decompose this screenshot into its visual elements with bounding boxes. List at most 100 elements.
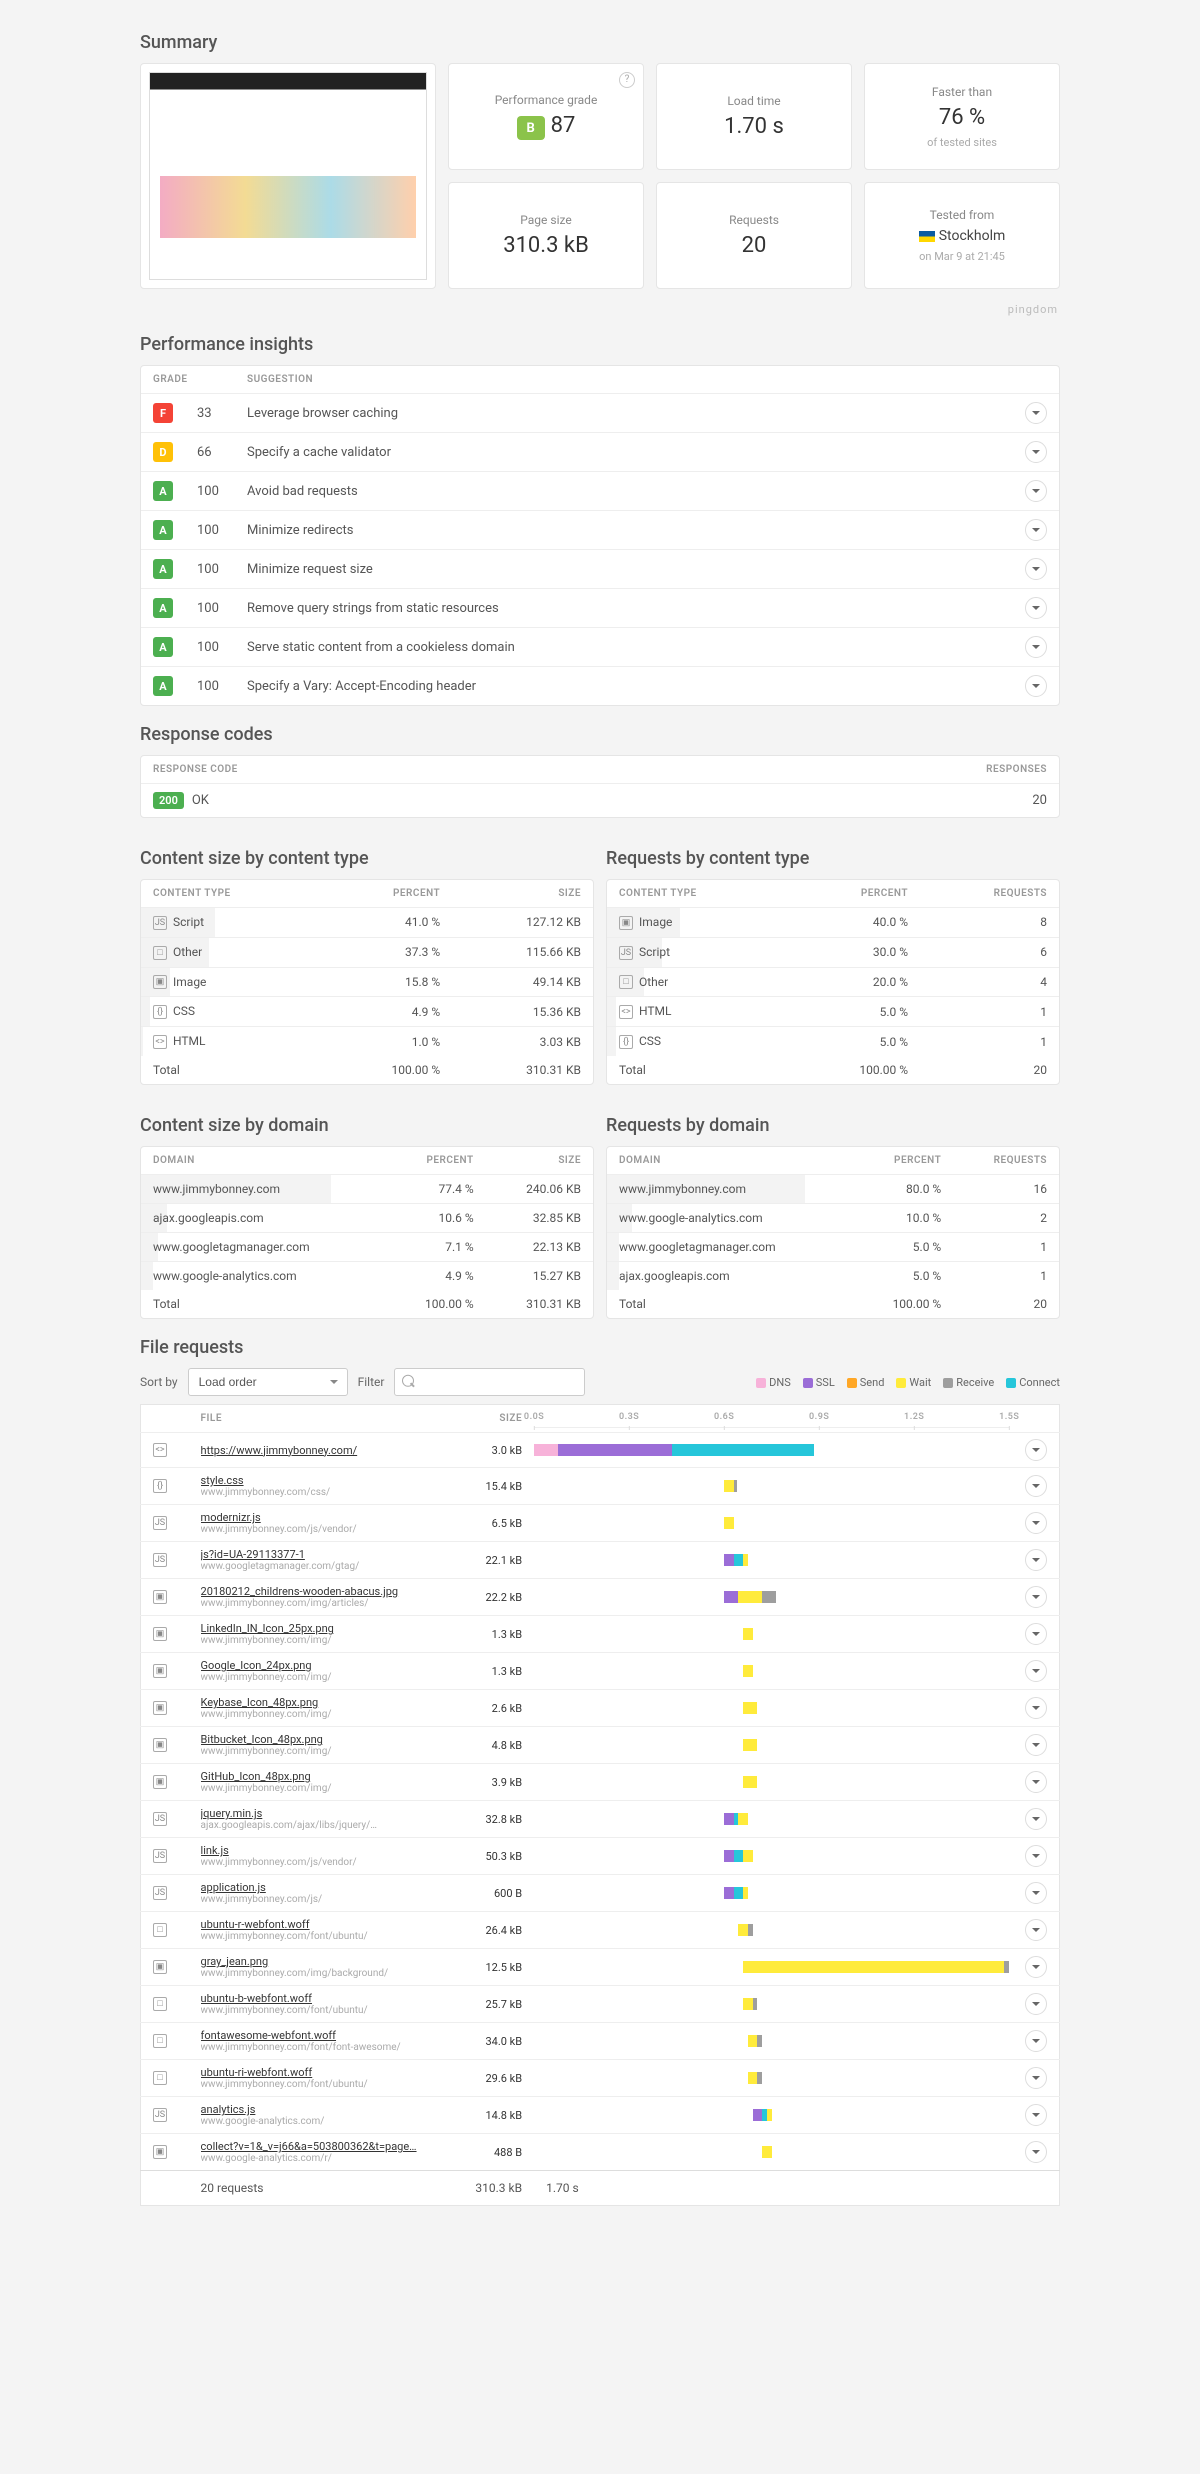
file-link[interactable]: Keybase_Icon_48px.png xyxy=(201,1696,441,1709)
expand-icon[interactable] xyxy=(1025,1993,1047,2015)
file-link[interactable]: 20180212_childrens-wooden-abacus.jpg xyxy=(201,1585,441,1598)
expand-icon[interactable] xyxy=(1025,1475,1047,1497)
grade-badge: A xyxy=(153,598,173,618)
insight-row[interactable]: A 100 Minimize redirects xyxy=(141,511,1059,550)
grade-badge: A xyxy=(153,676,173,696)
file-path: www.jimmybonney.com/img/articles/ xyxy=(201,1598,441,1609)
type-icon: <> xyxy=(619,1005,633,1019)
file-type-icon: ▣ xyxy=(153,1701,167,1715)
file-link[interactable]: GitHub_Icon_48px.png xyxy=(201,1770,441,1783)
expand-icon[interactable] xyxy=(1025,1697,1047,1719)
file-link[interactable]: ubuntu-r-webfont.woff xyxy=(201,1918,441,1931)
file-link[interactable]: modernizr.js xyxy=(201,1511,441,1524)
grade-badge: D xyxy=(153,442,173,462)
file-link[interactable]: ubuntu-ri-webfont.woff xyxy=(201,2066,441,2079)
help-icon[interactable]: ? xyxy=(619,72,635,88)
filter-input[interactable] xyxy=(394,1368,585,1396)
file-link[interactable]: js?id=UA-29113377-1 xyxy=(201,1548,441,1561)
file-link[interactable]: style.css xyxy=(201,1474,441,1487)
expand-icon[interactable] xyxy=(1025,1734,1047,1756)
waterfall-bar xyxy=(534,1621,1009,1647)
req-type-heading: Requests by content type xyxy=(606,848,1060,869)
expand-icon[interactable] xyxy=(1025,2141,1047,2163)
file-link[interactable]: https://www.jimmybonney.com/ xyxy=(201,1444,441,1457)
sort-select[interactable]: Load order xyxy=(188,1368,348,1396)
insight-row[interactable]: A 100 Remove query strings from static r… xyxy=(141,589,1059,628)
file-path: www.google-analytics.com/ xyxy=(201,2116,441,2127)
file-link[interactable]: jquery.min.js xyxy=(201,1807,441,1820)
file-path: ajax.googleapis.com/ajax/libs/jquery/… xyxy=(201,1820,441,1831)
file-path: www.jimmybonney.com/img/background/ xyxy=(201,1968,441,1979)
file-row: JS jquery.min.jsajax.googleapis.com/ajax… xyxy=(141,1801,1060,1838)
expand-icon[interactable] xyxy=(1025,2030,1047,2052)
waterfall-bar xyxy=(534,1954,1009,1980)
waterfall-bar xyxy=(534,1658,1009,1684)
expand-icon[interactable] xyxy=(1025,1919,1047,1941)
expand-icon[interactable] xyxy=(1025,1586,1047,1608)
file-row: JS link.jswww.jimmybonney.com/js/vendor/… xyxy=(141,1838,1060,1875)
expand-icon[interactable] xyxy=(1025,1660,1047,1682)
page-thumbnail xyxy=(149,72,427,280)
table-row: □Other 20.0 %4 xyxy=(607,967,1059,997)
table-row: 200OK 20 xyxy=(141,784,1059,818)
expand-icon[interactable] xyxy=(1025,636,1047,658)
page-thumbnail-card xyxy=(140,63,436,289)
expand-icon[interactable] xyxy=(1025,441,1047,463)
size-type-heading: Content size by content type xyxy=(140,848,594,869)
expand-icon[interactable] xyxy=(1025,1549,1047,1571)
expand-icon[interactable] xyxy=(1025,1882,1047,1904)
file-type-icon: ▣ xyxy=(153,2145,167,2159)
file-link[interactable]: link.js xyxy=(201,1844,441,1857)
expand-icon[interactable] xyxy=(1025,1439,1047,1461)
file-link[interactable]: analytics.js xyxy=(201,2103,441,2116)
file-path: www.jimmybonney.com/font/ubuntu/ xyxy=(201,1931,441,1942)
insight-row[interactable]: A 100 Serve static content from a cookie… xyxy=(141,628,1059,667)
grade-badge: F xyxy=(153,403,173,423)
legend-item: SSL xyxy=(803,1376,835,1389)
table-row: www.google-analytics.com 4.9 %15.27 KB xyxy=(141,1262,593,1291)
timeline-tick: 0.0s xyxy=(524,1412,544,1422)
expand-icon[interactable] xyxy=(1025,1771,1047,1793)
file-link[interactable]: collect?v=1&_v=j66&a=503800362&t=page… xyxy=(201,2140,441,2153)
file-link[interactable]: Google_Icon_24px.png xyxy=(201,1659,441,1672)
file-path: www.jimmybonney.com/img/ xyxy=(201,1709,441,1720)
file-link[interactable]: Bitbucket_Icon_48px.png xyxy=(201,1733,441,1746)
file-link[interactable]: fontawesome-webfont.woff xyxy=(201,2029,441,2042)
expand-icon[interactable] xyxy=(1025,597,1047,619)
expand-icon[interactable] xyxy=(1025,1845,1047,1867)
file-link[interactable]: application.js xyxy=(201,1881,441,1894)
type-icon: □ xyxy=(153,946,167,960)
insight-row[interactable]: A 100 Avoid bad requests xyxy=(141,472,1059,511)
expand-icon[interactable] xyxy=(1025,1623,1047,1645)
metric-faster-than: Faster than 76 % of tested sites xyxy=(864,63,1060,170)
file-link[interactable]: gray_jean.png xyxy=(201,1955,441,1968)
insight-row[interactable]: A 100 Specify a Vary: Accept-Encoding he… xyxy=(141,667,1059,706)
file-path: www.jimmybonney.com/img/ xyxy=(201,1783,441,1794)
grade-badge: A xyxy=(153,637,173,657)
expand-icon[interactable] xyxy=(1025,519,1047,541)
expand-icon[interactable] xyxy=(1025,1956,1047,1978)
expand-icon[interactable] xyxy=(1025,2067,1047,2089)
file-path: www.jimmybonney.com/js/ xyxy=(201,1894,441,1905)
insight-row[interactable]: D 66 Specify a cache validator xyxy=(141,433,1059,472)
expand-icon[interactable] xyxy=(1025,480,1047,502)
expand-icon[interactable] xyxy=(1025,2104,1047,2126)
file-path: www.jimmybonney.com/js/vendor/ xyxy=(201,1524,441,1535)
grade-badge: A xyxy=(153,481,173,501)
table-row: <>HTML 1.0 %3.03 KB xyxy=(141,1027,593,1056)
expand-icon[interactable] xyxy=(1025,1808,1047,1830)
expand-icon[interactable] xyxy=(1025,558,1047,580)
file-row: <> https://www.jimmybonney.com/ 3.0 kB xyxy=(141,1433,1060,1468)
expand-icon[interactable] xyxy=(1025,675,1047,697)
expand-icon[interactable] xyxy=(1025,1512,1047,1534)
file-link[interactable]: ubuntu-b-webfont.woff xyxy=(201,1992,441,2005)
type-icon: <> xyxy=(153,1035,167,1049)
waterfall-bar xyxy=(534,1547,1009,1573)
insight-row[interactable]: A 100 Minimize request size xyxy=(141,550,1059,589)
file-type-icon: JS xyxy=(153,1849,167,1863)
insight-row[interactable]: F 33 Leverage browser caching xyxy=(141,394,1059,433)
metric-tested-from: Tested from Stockholm on Mar 9 at 21:45 xyxy=(864,182,1060,289)
file-link[interactable]: LinkedIn_IN_Icon_25px.png xyxy=(201,1622,441,1635)
expand-icon[interactable] xyxy=(1025,402,1047,424)
file-row: ▣ Bitbucket_Icon_48px.pngwww.jimmybonney… xyxy=(141,1727,1060,1764)
